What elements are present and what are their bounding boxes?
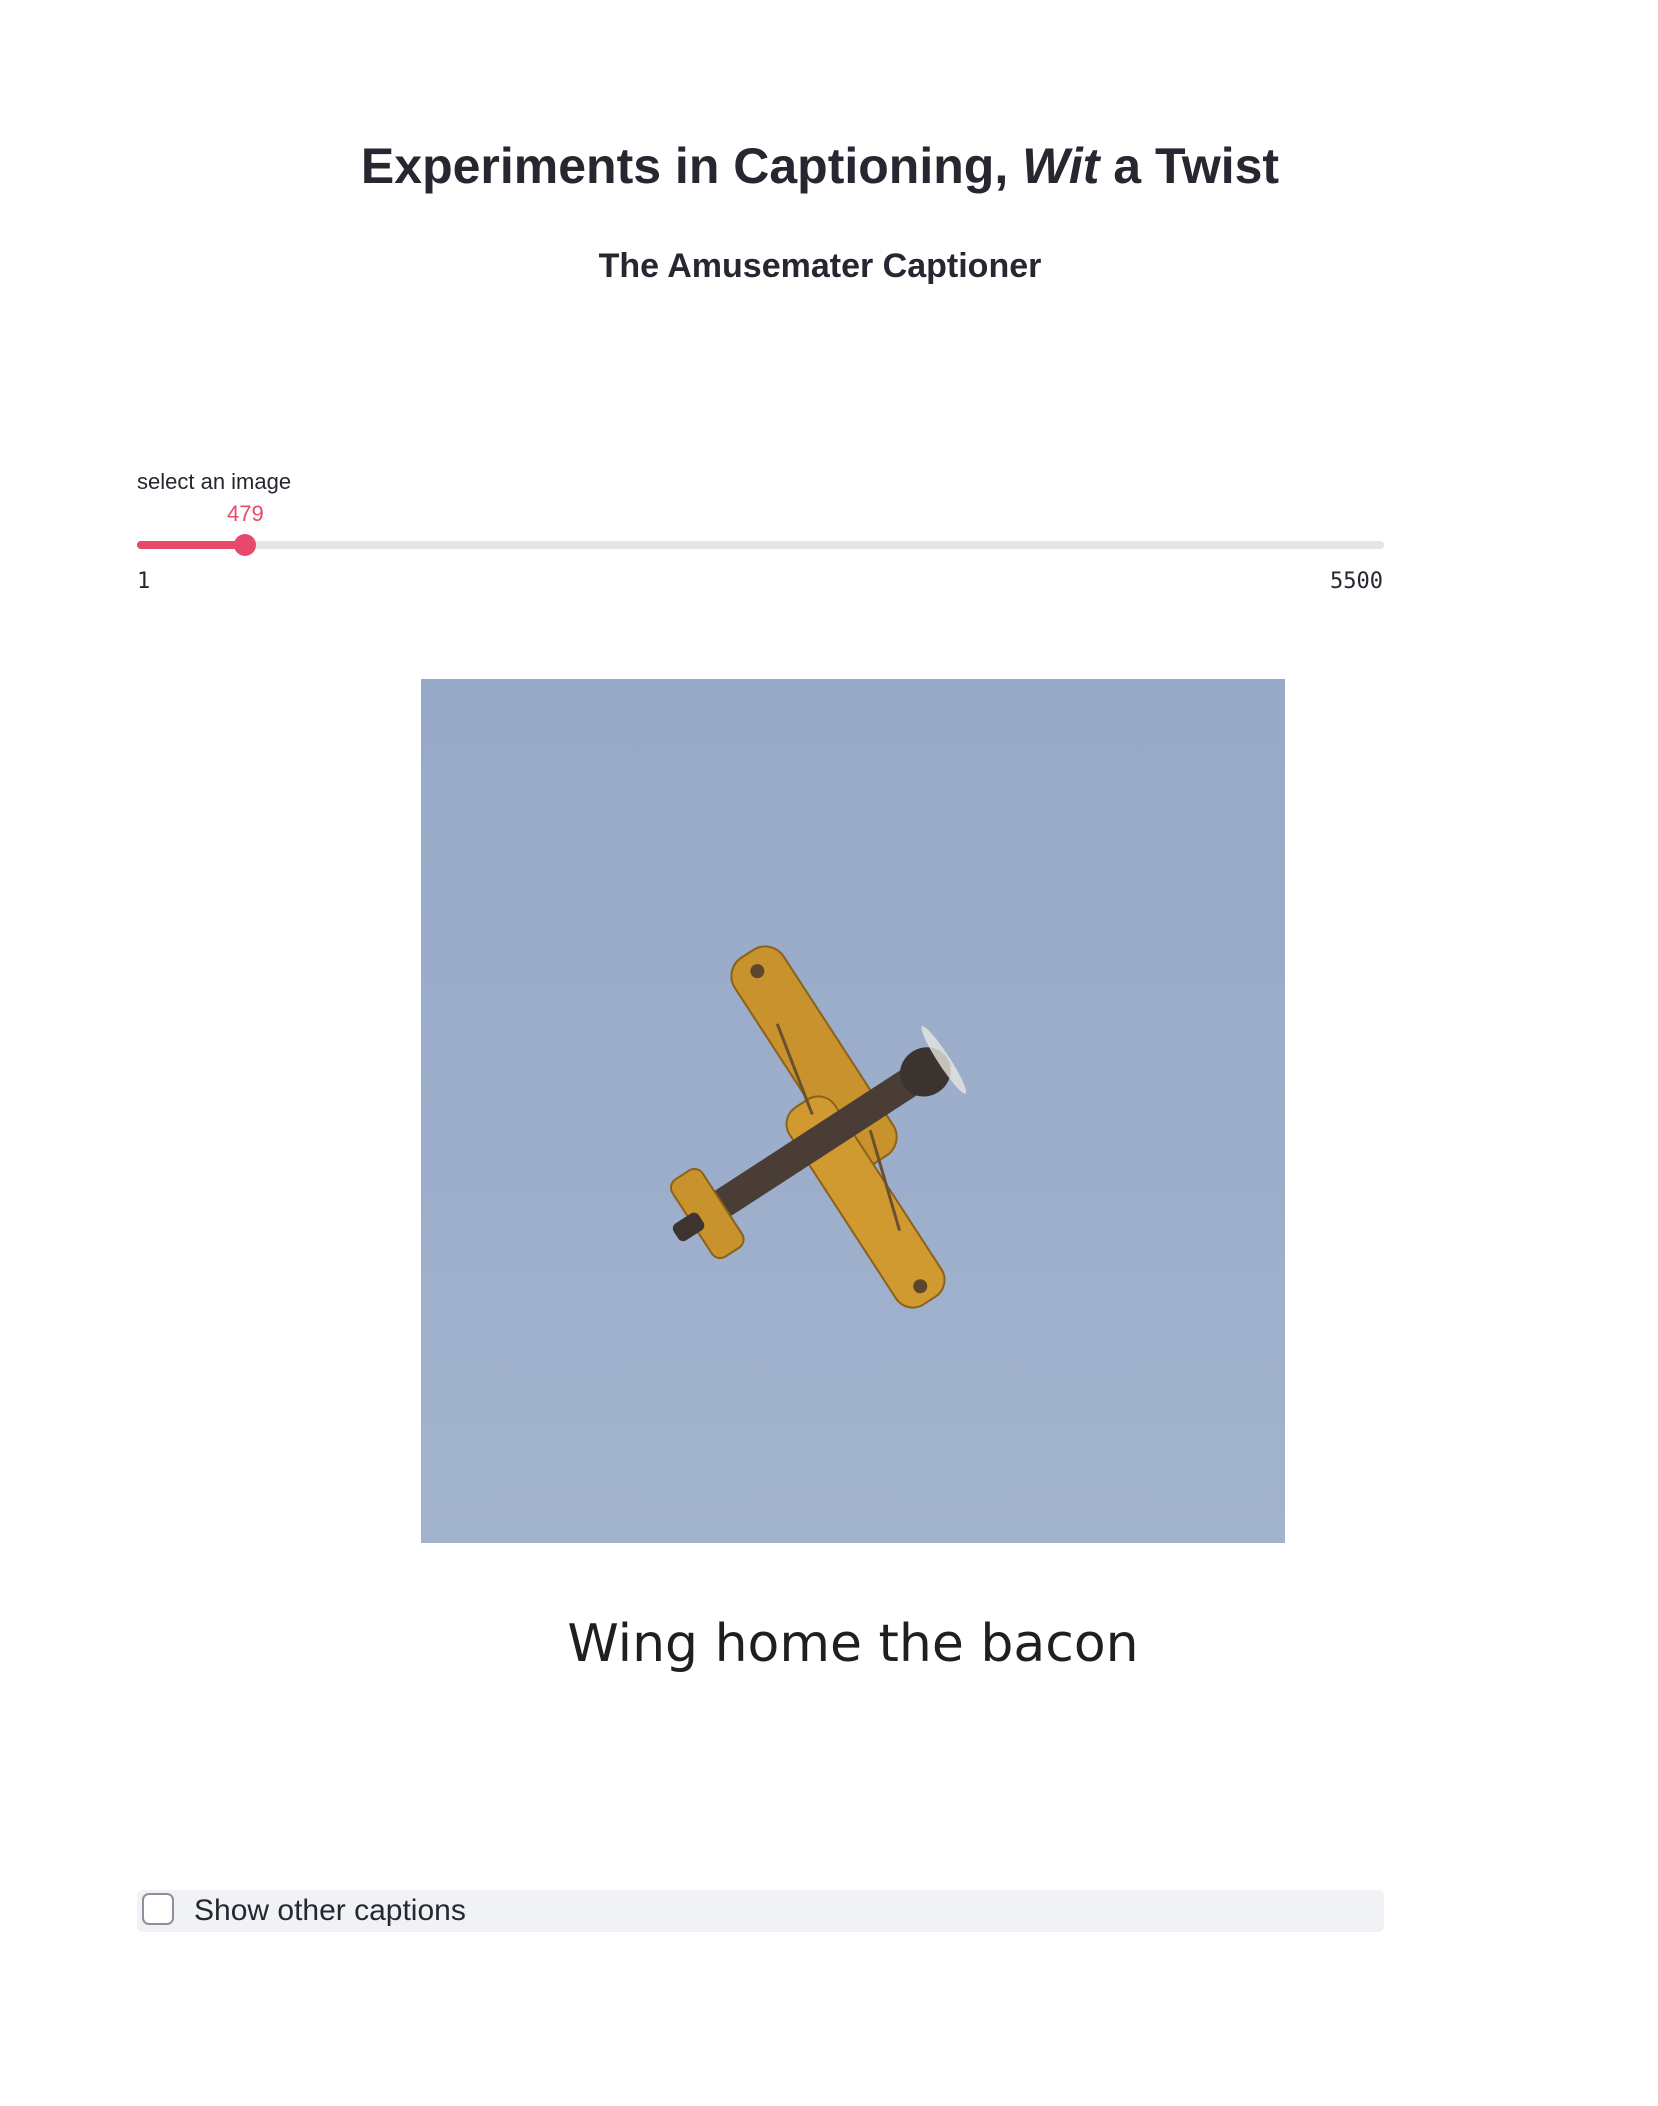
slider-track[interactable]: [137, 541, 1384, 549]
title-part-1: Experiments in Captioning,: [360, 138, 1023, 194]
page-title: Experiments in Captioning, Wit a Twist: [0, 134, 1640, 198]
slider-current-value: 479: [227, 501, 264, 526]
selected-image: [421, 679, 1285, 1543]
slider-min-label: 1: [137, 569, 151, 594]
slider-thumb[interactable]: [234, 534, 257, 556]
title-part-2: a Twist: [1099, 138, 1280, 194]
biplane-illustration: [669, 945, 967, 1309]
checkbox[interactable]: [142, 1893, 174, 1925]
slider-fill: [137, 541, 246, 549]
title-italic-word: Wit: [1022, 138, 1100, 194]
slider-label: select an image: [137, 469, 292, 494]
checkbox-label: Show other captions: [194, 1894, 466, 1927]
generated-caption: Wing home the bacon: [567, 1614, 1139, 1674]
page-subtitle: The Amusemater Captioner: [598, 247, 1042, 285]
slider-max-label: 5500: [1330, 569, 1383, 594]
show-other-captions-toggle[interactable]: Show other captions: [137, 1890, 1384, 1932]
